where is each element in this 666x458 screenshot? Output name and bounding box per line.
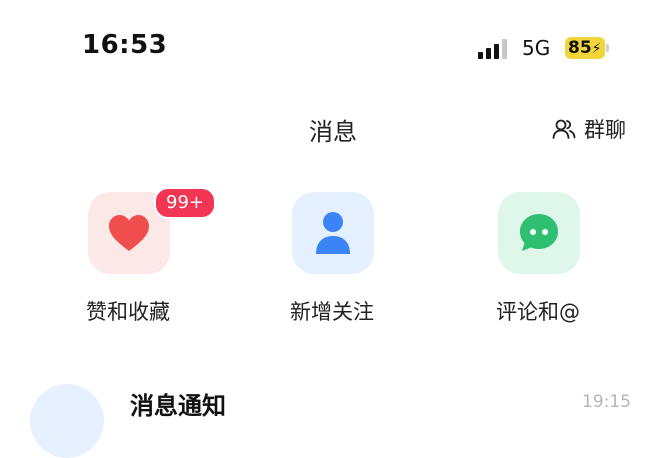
new-followers-tile[interactable] [292, 192, 374, 274]
heart-icon [109, 215, 149, 251]
network-type: 5G [522, 36, 551, 60]
group-chat-button[interactable]: 群聊 [552, 114, 626, 144]
battery-indicator: 85⚡ [565, 37, 605, 59]
likes-and-favorites-label[interactable]: 赞和收藏 [38, 296, 218, 326]
new-followers-label[interactable]: 新增关注 [242, 296, 422, 326]
group-chat-label: 群聊 [584, 118, 626, 142]
charging-bolt-icon: ⚡ [591, 41, 602, 57]
list-item-title[interactable]: 消息通知 [130, 386, 226, 421]
battery-level: 85 [568, 38, 592, 58]
people-icon [552, 119, 576, 139]
chat-bubble-icon [520, 214, 558, 251]
notification-avatar[interactable] [30, 384, 104, 458]
unread-badge: 99+ [154, 187, 216, 219]
battery-tip [606, 44, 609, 52]
list-item-time: 19:15 [582, 392, 631, 412]
signal-icon [478, 39, 507, 59]
comments-and-mentions-tile[interactable] [498, 192, 580, 274]
status-time: 16:53 [82, 30, 168, 60]
comments-and-mentions-label[interactable]: 评论和@ [448, 296, 628, 326]
user-icon [316, 212, 350, 254]
